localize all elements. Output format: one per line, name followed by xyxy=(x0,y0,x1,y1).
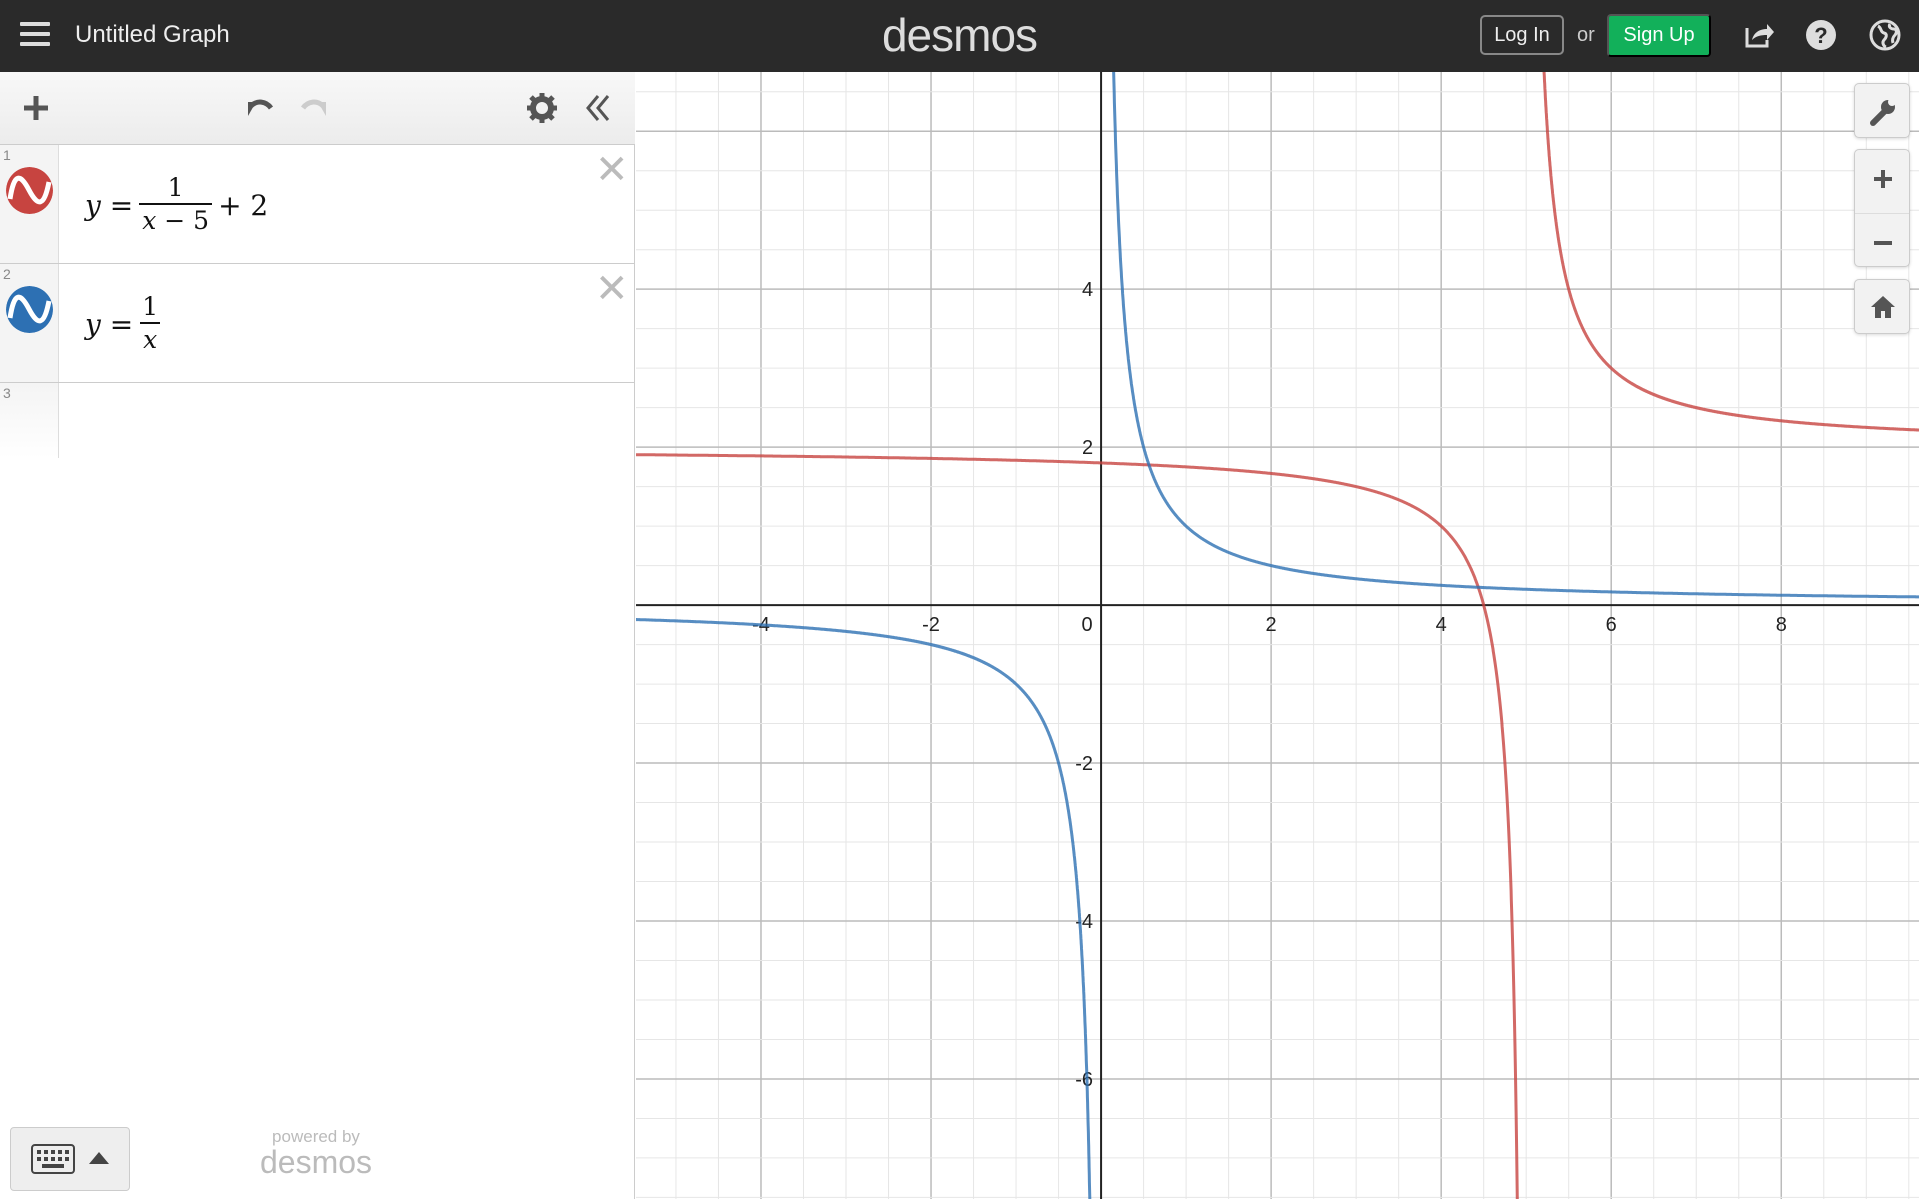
den-variable: x xyxy=(143,325,158,354)
expression-index: 2 xyxy=(3,266,11,282)
expression-index: 1 xyxy=(3,147,11,163)
or-text: or xyxy=(1577,24,1595,46)
fraction-numerator: 1 xyxy=(142,292,159,321)
math-fraction: 1x xyxy=(139,292,161,356)
fraction-denominator: x − 5 xyxy=(139,203,213,237)
x-tick-label: 2 xyxy=(1266,614,1277,636)
expression-math[interactable]: y = 1x xyxy=(85,284,167,364)
expression-gutter: 3 xyxy=(0,383,59,458)
x-tick-label: 4 xyxy=(1436,614,1447,636)
math-fraction: 1x − 5 xyxy=(139,173,213,237)
zoom-in-icon[interactable] xyxy=(1855,150,1911,208)
top-bar: Untitled Graph desmos Log In or Sign Up … xyxy=(0,0,1919,72)
expression-toolbar xyxy=(0,72,635,145)
desmos-footer-logo: desmos xyxy=(259,1144,373,1180)
share-icon[interactable] xyxy=(1741,18,1775,52)
den-variable: x xyxy=(142,206,157,235)
keypad-toggle-button[interactable] xyxy=(10,1127,130,1191)
home-icon xyxy=(1871,296,1895,318)
y-tick-label: -2 xyxy=(1075,753,1093,775)
graph-title[interactable]: Untitled Graph xyxy=(75,21,230,49)
powered-by-desmos[interactable]: powered by desmos xyxy=(216,1127,416,1180)
globe-icon[interactable] xyxy=(1868,18,1902,52)
graph-canvas[interactable]: -4 -2 0 2 4 6 842-2-4-6 xyxy=(636,72,1919,1199)
x-tick-label: -2 xyxy=(922,614,940,636)
den-rest: − 5 xyxy=(156,206,210,235)
expression-gutter: 2 xyxy=(0,264,59,382)
wrench-icon xyxy=(1870,98,1896,126)
login-button[interactable]: Log In xyxy=(1480,15,1564,55)
graph-color-red-icon[interactable] xyxy=(6,167,53,214)
expression-index: 3 xyxy=(3,385,11,401)
x-tick-label: 0 xyxy=(1082,614,1093,636)
signup-button[interactable]: Sign Up xyxy=(1607,14,1711,57)
curve-expression-2 xyxy=(1112,72,1919,599)
menu-icon[interactable] xyxy=(20,22,50,46)
caret-up-icon xyxy=(89,1152,109,1164)
x-tick-label: 6 xyxy=(1606,614,1617,636)
math-lhs: y xyxy=(85,307,101,341)
math-equals: = xyxy=(109,307,134,341)
expression-gutter: 1 xyxy=(0,145,59,263)
settings-gear-icon[interactable] xyxy=(524,90,560,126)
delete-expression-icon[interactable]: ✕ xyxy=(595,150,629,190)
redo-icon[interactable] xyxy=(298,90,334,126)
help-icon[interactable]: ? xyxy=(1804,18,1838,52)
fraction-numerator: 1 xyxy=(167,173,184,202)
new-expression-item[interactable]: 3 xyxy=(0,383,635,458)
zoom-controls xyxy=(1854,149,1910,267)
curve-expression-2 xyxy=(636,618,1092,1199)
expression-item[interactable]: 1 y = 1x − 5 + 2 ✕ xyxy=(0,145,635,264)
add-item-icon[interactable] xyxy=(18,90,54,126)
expression-item[interactable]: 2 y = 1x ✕ xyxy=(0,264,635,383)
x-tick-label: 8 xyxy=(1776,614,1787,636)
math-tail: + 2 xyxy=(218,188,269,222)
graph-paper[interactable]: -4 -2 0 2 4 6 8 4 2 -2 -4 -6 xyxy=(636,72,1919,1199)
math-equals: = xyxy=(109,188,134,222)
svg-text:?: ? xyxy=(1814,23,1827,48)
y-tick-label: -6 xyxy=(1075,1069,1093,1091)
keyboard-icon xyxy=(31,1144,75,1174)
math-lhs: y xyxy=(85,188,101,222)
zoom-out-icon[interactable] xyxy=(1855,214,1911,272)
fraction-denominator: x xyxy=(140,322,161,356)
undo-icon[interactable] xyxy=(240,90,276,126)
collapse-panel-icon[interactable] xyxy=(580,90,616,126)
graph-settings-button[interactable] xyxy=(1854,83,1910,138)
expression-math[interactable]: y = 1x − 5 + 2 xyxy=(85,165,268,245)
default-viewport-button[interactable] xyxy=(1854,279,1910,334)
y-tick-label: 2 xyxy=(1082,437,1093,459)
delete-expression-icon[interactable]: ✕ xyxy=(595,269,629,309)
graph-color-blue-icon[interactable] xyxy=(6,286,53,333)
expression-panel: 1 y = 1x − 5 + 2 ✕ 2 y = 1x ✕ 3 powered … xyxy=(0,72,635,1199)
y-tick-label: 4 xyxy=(1082,279,1093,301)
